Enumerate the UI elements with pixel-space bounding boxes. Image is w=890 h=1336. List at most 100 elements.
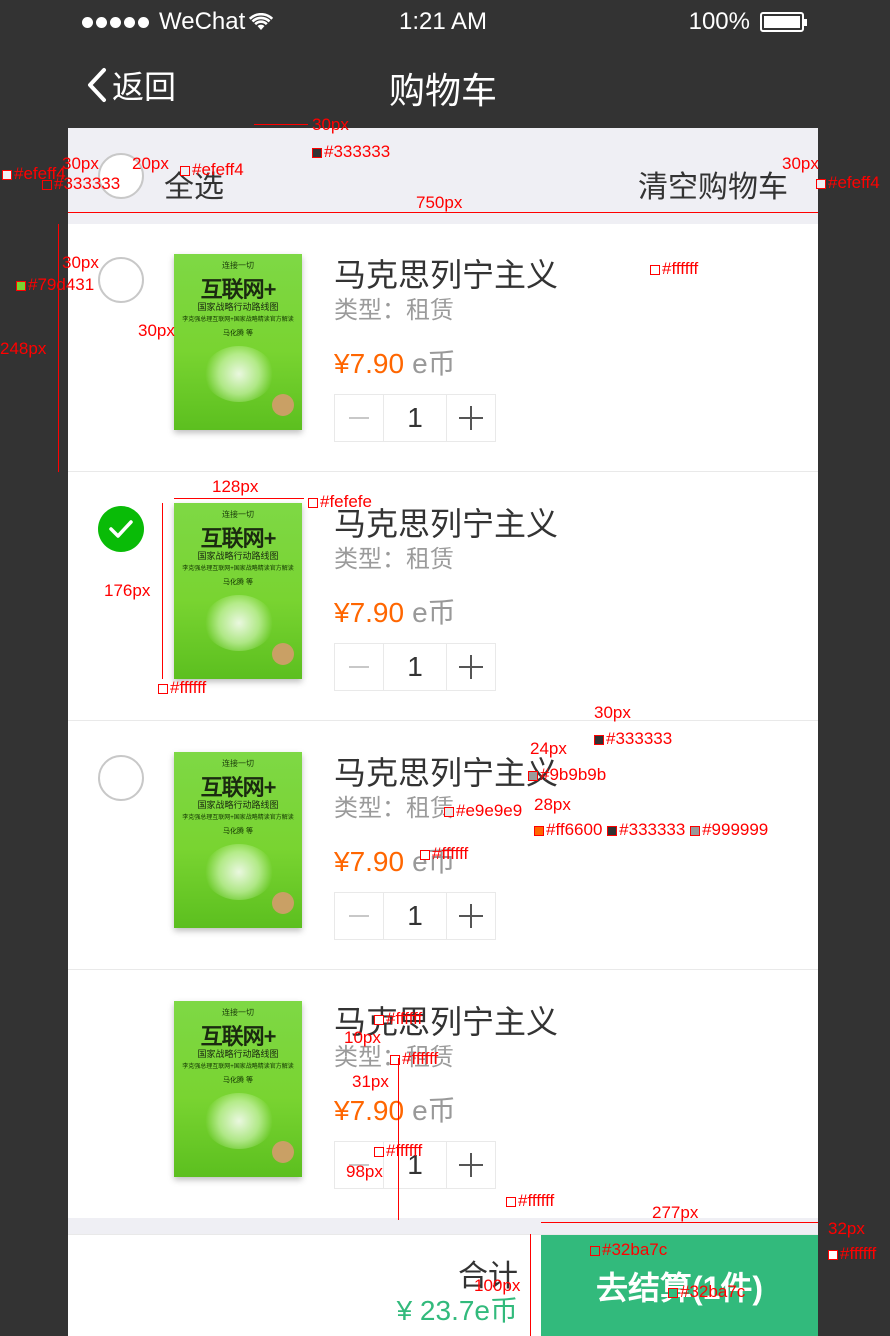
decrease-button[interactable]: [335, 644, 383, 690]
cover-subtitle: 国家战略行动路线图: [197, 551, 279, 561]
spec-label: 750px: [416, 193, 463, 212]
price-amount: ¥7.90: [334, 348, 405, 379]
nav-bar: 返回 购物车: [68, 44, 818, 128]
cover-subtitle: 国家战略行动路线图: [197, 800, 279, 810]
spec-line: [398, 1058, 399, 1220]
spec-line: [68, 212, 818, 213]
increase-button[interactable]: [447, 893, 495, 939]
cover-author: 马化腾 等: [223, 579, 253, 586]
spec-color-value: #9b9b9b: [540, 765, 607, 784]
book-cover[interactable]: 连接一切 互联网+ 国家战略行动路线图 李克强总理互联网+国家战略精读官方解读 …: [174, 752, 302, 928]
book-cover[interactable]: 连接一切 互联网+ 国家战略行动路线图 李克强总理互联网+国家战略精读官方解读 …: [174, 1001, 302, 1177]
plus-icon: [459, 904, 483, 928]
spec-label: 28px: [534, 795, 571, 814]
spec-color: #ffffff: [420, 845, 468, 862]
cover-tagline: 连接一切: [222, 261, 254, 270]
spec-color: #32ba7c: [668, 1283, 745, 1300]
spec-label: 248px: [0, 339, 47, 358]
cover-line: 李克强总理互联网+国家战略精读官方解读: [182, 566, 294, 572]
spec-color-value: #efeff4: [828, 173, 880, 192]
quantity-value[interactable]: 1: [383, 893, 447, 939]
cover-badge: [272, 643, 294, 665]
spec-color-value: #ffffff: [402, 1049, 439, 1068]
cover-badge: [272, 892, 294, 914]
spec-label: 10px: [344, 1028, 381, 1047]
decrease-button[interactable]: [335, 395, 383, 441]
spec-label: 30px: [312, 115, 349, 134]
spec-color-value: #333333: [54, 174, 121, 193]
price-amount: ¥7.90: [334, 846, 405, 877]
minus-icon: [349, 666, 369, 668]
spec-line: [174, 498, 304, 499]
page-title: 购物车: [388, 70, 497, 111]
cover-badge: [272, 1141, 294, 1163]
minus-icon: [349, 915, 369, 917]
spec-color: #333333: [312, 143, 390, 160]
increase-button[interactable]: [447, 644, 495, 690]
price-unit: e币: [412, 348, 456, 379]
spec-label: 277px: [652, 1203, 699, 1222]
spec-color: #ffffff: [374, 1010, 422, 1027]
spec-color-value: #999999: [702, 820, 769, 839]
item-price: ¥7.90 e币: [334, 591, 456, 631]
item-price: ¥7.90 e币: [334, 342, 456, 382]
cover-subtitle: 国家战略行动路线图: [197, 1049, 279, 1059]
book-cover[interactable]: 连接一切 互联网+ 国家战略行动路线图 李克强总理互联网+国家战略精读官方解读 …: [174, 503, 302, 679]
plus-icon: [459, 1153, 483, 1177]
spec-label: 100px: [474, 1276, 521, 1295]
status-right: 100%: [689, 8, 807, 36]
spec-color-value: #333333: [619, 820, 686, 839]
spec-color: #efeff4: [816, 174, 880, 191]
spec-label: 20px: [132, 154, 169, 173]
item-select-radio[interactable]: [98, 506, 144, 552]
item-price: ¥7.90 e币: [334, 1089, 456, 1129]
spec-color-value: #32ba7c: [602, 1240, 668, 1259]
spec-color: #ffffff: [506, 1192, 554, 1209]
spec-label: 30px: [62, 154, 99, 173]
cover-line: 李克强总理互联网+国家战略精读官方解读: [182, 815, 294, 821]
cover-badge: [272, 394, 294, 416]
spec-color-value: #efeff4: [192, 160, 244, 179]
clear-cart-button[interactable]: 清空购物车: [638, 162, 788, 206]
spec-color: #333333: [42, 175, 120, 192]
spec-label: 31px: [352, 1072, 389, 1091]
total-value: ¥ 23.7e币: [396, 1295, 518, 1326]
cover-tagline: 连接一切: [222, 1008, 254, 1017]
spec-color: #e9e9e9: [444, 802, 522, 819]
book-cover[interactable]: 连接一切 互联网+ 国家战略行动路线图 李克强总理互联网+国家战略精读官方解读 …: [174, 254, 302, 430]
spec-color-value: #333333: [324, 142, 391, 161]
spec-line: [254, 124, 308, 125]
cover-cloud-art: [204, 346, 274, 402]
quantity-value[interactable]: 1: [383, 644, 447, 690]
decrease-button[interactable]: [335, 893, 383, 939]
spec-label: 30px: [138, 321, 175, 340]
status-bar: WeChat 1:21 AM 100%: [68, 0, 818, 44]
spec-color-value: #ffffff: [170, 678, 207, 697]
increase-button[interactable]: [447, 395, 495, 441]
quantity-value[interactable]: 1: [383, 395, 447, 441]
spec-line: [58, 224, 59, 472]
battery-icon: [760, 12, 807, 32]
spec-color: #fefefe: [308, 493, 372, 510]
spec-color: #79d431: [16, 276, 94, 293]
spec-color: #ffffff: [650, 260, 698, 277]
cover-subtitle: 国家战略行动路线图: [197, 302, 279, 312]
spec-color-value: #fefefe: [320, 492, 372, 511]
checkmark-icon: [109, 520, 133, 538]
spec-color: #ff6600 #333333 #999999: [534, 821, 768, 838]
cover-cloud-art: [204, 1093, 274, 1149]
cover-line: 李克强总理互联网+国家战略精读官方解读: [182, 1064, 294, 1070]
minus-icon: [349, 417, 369, 419]
cover-tagline: 连接一切: [222, 759, 254, 768]
spec-color-value: #e9e9e9: [456, 801, 523, 820]
spec-label: 24px: [530, 739, 567, 758]
spec-line: [162, 503, 163, 679]
increase-button[interactable]: [447, 1142, 495, 1188]
cover-author: 马化腾 等: [223, 330, 253, 337]
cover-cloud-art: [204, 595, 274, 651]
item-select-radio[interactable]: [98, 257, 144, 303]
cover-tagline: 连接一切: [222, 510, 254, 519]
plus-icon: [459, 406, 483, 430]
spec-label: 176px: [104, 581, 151, 600]
item-select-radio[interactable]: [98, 755, 144, 801]
